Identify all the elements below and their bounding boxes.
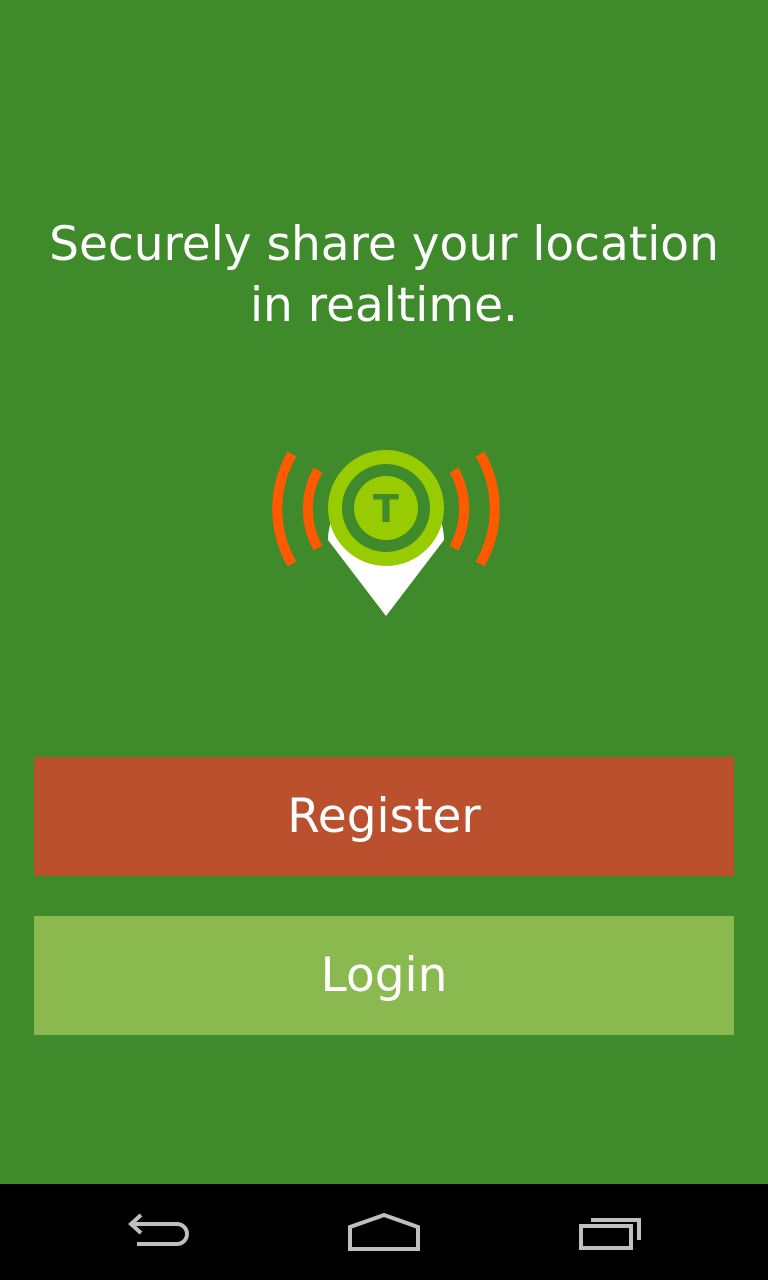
right-wave-middle bbox=[449, 467, 470, 551]
home-icon bbox=[348, 1212, 420, 1251]
recent-apps-button[interactable] bbox=[530, 1184, 690, 1280]
right-wave-outer bbox=[475, 451, 500, 567]
tagline-line-2: in realtime. bbox=[250, 278, 518, 333]
back-button[interactable] bbox=[80, 1184, 240, 1280]
app-logo: T bbox=[258, 440, 514, 625]
register-button[interactable]: Register bbox=[34, 757, 734, 876]
screen: Securely share your location in realtime… bbox=[0, 0, 768, 1280]
home-button[interactable] bbox=[304, 1184, 464, 1280]
system-navigation-bar bbox=[0, 1184, 768, 1280]
recent-apps-icon bbox=[579, 1218, 641, 1250]
back-icon bbox=[128, 1213, 189, 1246]
logo-letter: T bbox=[373, 487, 399, 531]
tagline: Securely share your location in realtime… bbox=[0, 214, 768, 336]
tagline-line-1: Securely share your location bbox=[49, 217, 719, 272]
app-content: Securely share your location in realtime… bbox=[0, 0, 768, 1184]
left-wave-middle bbox=[302, 467, 323, 551]
location-pin-broadcast-icon: T bbox=[272, 450, 500, 616]
left-wave-outer bbox=[272, 451, 297, 567]
login-button[interactable]: Login bbox=[34, 916, 734, 1035]
